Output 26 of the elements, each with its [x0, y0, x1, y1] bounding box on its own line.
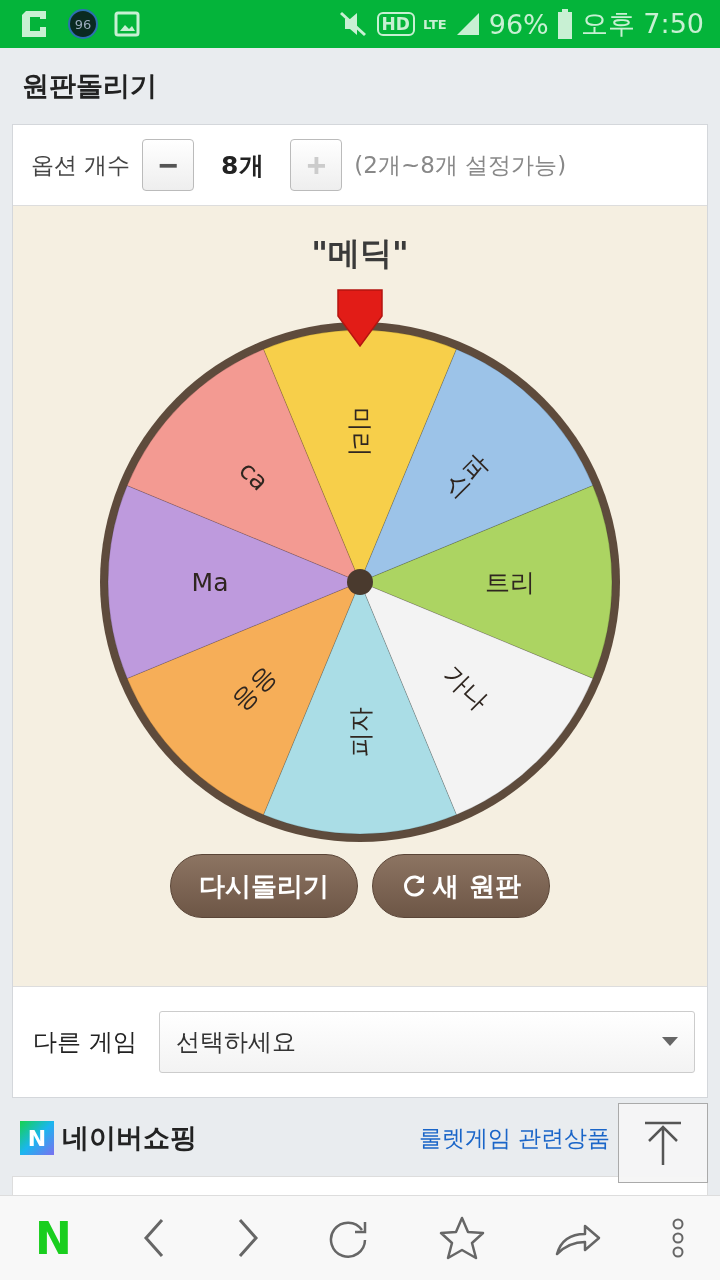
other-game-label: 다른 게임	[33, 1027, 137, 1058]
spin-again-button[interactable]: 다시돌리기	[170, 854, 359, 918]
wheel-label: 가나	[438, 660, 495, 717]
option-count-label: 옵션 개수	[31, 150, 131, 180]
notification-badge: 96	[68, 9, 98, 39]
range-hint: (2개~8개 설정가능)	[354, 150, 567, 180]
wheel-label: ca	[233, 455, 275, 497]
network-type: LTE	[422, 16, 447, 32]
option-count: 8개	[220, 149, 265, 182]
hd-indicator: HD	[376, 12, 415, 36]
shopping-title: 네이버쇼핑	[62, 1121, 197, 1155]
result-text: "메딕"	[311, 233, 409, 274]
game-select[interactable]: 선택하세요	[158, 1011, 695, 1073]
shopping-logo: N	[20, 1121, 54, 1155]
wheel-label: 트리	[485, 567, 535, 597]
wheel-label: 응응	[225, 660, 282, 717]
wheel-label: 스파	[438, 447, 495, 504]
page-title: 원판돌리기	[21, 69, 158, 103]
clock: 오후 7:50	[580, 7, 704, 41]
battery-percent: 96%	[488, 8, 549, 40]
decrease-button[interactable]: −	[142, 139, 195, 191]
new-wheel-button[interactable]: 새 원판	[372, 854, 550, 918]
wheel-label: Ma	[191, 567, 229, 597]
wheel-label: 미리	[345, 407, 375, 457]
wheel-label: 피자	[345, 707, 375, 757]
related-products-link[interactable]: 룰렛게임 관련상품	[418, 1122, 610, 1154]
